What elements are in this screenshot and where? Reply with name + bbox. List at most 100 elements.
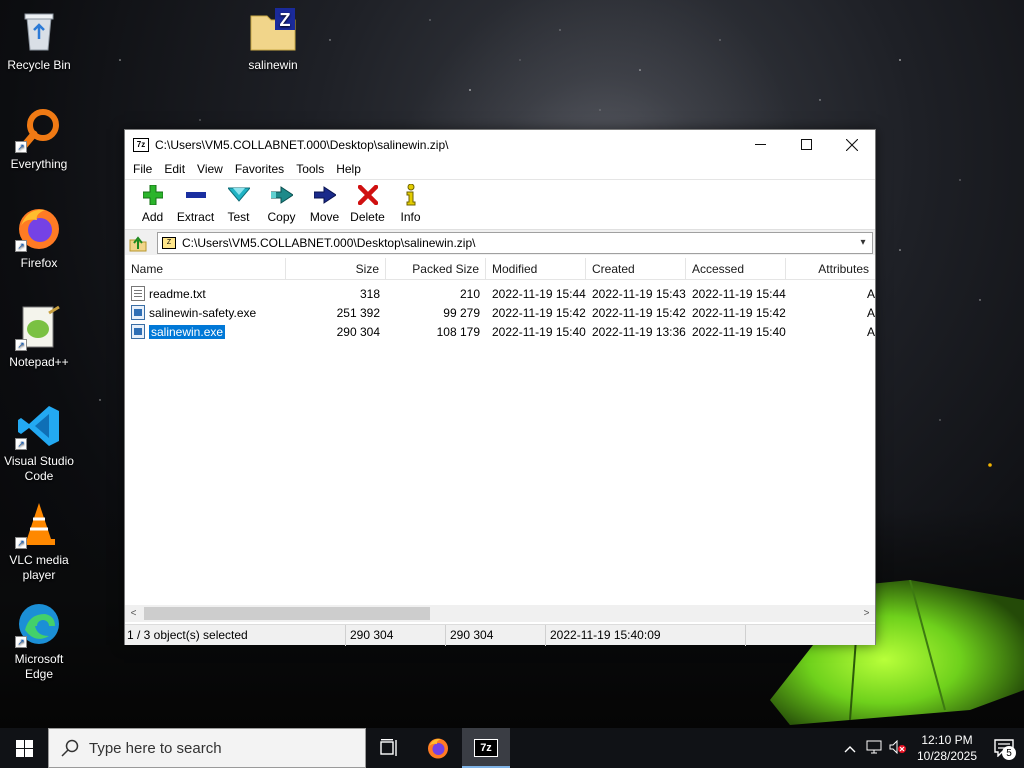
column-header-name[interactable]: Name — [125, 258, 286, 280]
delete-button[interactable]: Delete — [346, 180, 389, 230]
copy-button[interactable]: Copy — [260, 180, 303, 230]
file-accessed: 2022-11-19 15:42 — [692, 305, 786, 320]
notification-count-badge: 5 — [1002, 746, 1016, 760]
search-placeholder: Type here to search — [89, 739, 222, 757]
taskbar-clock[interactable]: 12:10 PM 10/28/2025 — [910, 732, 984, 764]
everything-icon: ↗ — [15, 105, 63, 153]
delete-label: Delete — [350, 210, 385, 224]
firefox-icon — [428, 738, 448, 759]
scroll-track[interactable] — [142, 605, 858, 622]
chevron-up-icon[interactable] — [838, 741, 862, 756]
volume-muted-icon[interactable] — [886, 739, 910, 757]
file-row[interactable]: readme.txt 318 210 2022-11-19 15:44 2022… — [125, 284, 875, 303]
menu-tools[interactable]: Tools — [290, 162, 330, 176]
column-header-packed-size[interactable]: Packed Size — [386, 258, 486, 280]
menu-help[interactable]: Help — [330, 162, 367, 176]
menu-edit[interactable]: Edit — [158, 162, 191, 176]
desktop-icon-edge[interactable]: ↗ Microsoft Edge — [1, 600, 77, 682]
file-accessed: 2022-11-19 15:40 — [692, 324, 786, 339]
file-name: salinewin-safety.exe — [149, 305, 257, 320]
file-created: 2022-11-19 13:36 — [592, 324, 686, 339]
windows-logo-icon — [15, 739, 33, 757]
desktop-icon-salinewin[interactable]: Z salinewin — [235, 6, 311, 73]
sevenzip-app-icon: 7z — [474, 739, 498, 757]
column-header-size[interactable]: Size — [286, 258, 386, 280]
firefox-icon: ↗ — [15, 204, 63, 252]
move-button[interactable]: Move — [303, 180, 346, 230]
column-header-modified[interactable]: Modified — [486, 258, 586, 280]
column-header-created[interactable]: Created — [586, 258, 686, 280]
maximize-icon — [800, 139, 812, 150]
move-icon — [313, 184, 336, 206]
info-icon — [400, 184, 422, 206]
menu-file[interactable]: File — [127, 162, 158, 176]
desktop-icon-label: Everything — [10, 157, 68, 171]
column-header-accessed[interactable]: Accessed — [686, 258, 786, 280]
scroll-right-icon[interactable]: > — [858, 608, 875, 619]
status-size: 290 304 — [346, 624, 446, 646]
desktop-icon-vscode[interactable]: ↗ Visual Studio Code — [1, 402, 77, 484]
column-headers: Name Size Packed Size Modified Created A… — [125, 258, 875, 280]
desktop-icon-label: VLC media player — [9, 553, 69, 582]
action-center-button[interactable]: 5 — [984, 728, 1024, 768]
taskbar: Type here to search 7z 12:10 PM 10/28/20… — [0, 728, 1024, 768]
vscode-icon: ↗ — [15, 402, 63, 450]
desktop-icon-firefox[interactable]: ↗ Firefox — [1, 204, 77, 271]
horizontal-scrollbar[interactable]: < > — [125, 605, 875, 622]
desktop-icon-vlc[interactable]: ↗ VLC media player — [1, 501, 77, 583]
address-bar: Z C:\Users\VM5.COLLABNET.000\Desktop\sal… — [125, 229, 875, 255]
address-text: C:\Users\VM5.COLLABNET.000\Desktop\salin… — [182, 235, 476, 250]
zip-archive-icon: Z — [162, 236, 176, 249]
menu-view[interactable]: View — [191, 162, 229, 176]
file-attributes: A — [866, 324, 875, 339]
taskbar-firefox-button[interactable] — [414, 728, 462, 768]
network-icon[interactable] — [862, 740, 886, 757]
desktop-icon-notepadpp[interactable]: ↗ Notepad++ — [1, 303, 77, 370]
desktop-icon-label: Notepad++ — [9, 355, 69, 369]
desktop-icon-everything[interactable]: ↗ Everything — [1, 105, 77, 172]
chevron-down-icon[interactable]: ▾ — [854, 237, 872, 248]
taskbar-search-box[interactable]: Type here to search — [48, 728, 366, 768]
taskbar-7zip-button[interactable]: 7z — [462, 728, 510, 768]
file-row-selected[interactable]: salinewin.exe 290 304 108 179 2022-11-19… — [125, 322, 875, 341]
file-modified: 2022-11-19 15:42 — [492, 305, 586, 320]
shortcut-arrow-icon: ↗ — [15, 636, 27, 648]
sevenzip-window: 7z C:\Users\VM5.COLLABNET.000\Desktop\sa… — [124, 129, 876, 646]
text-file-icon — [131, 286, 145, 301]
shortcut-arrow-icon: ↗ — [15, 438, 27, 450]
window-titlebar[interactable]: 7z C:\Users\VM5.COLLABNET.000\Desktop\sa… — [125, 130, 875, 159]
desktop-icon-recycle-bin[interactable]: Recycle Bin — [1, 6, 77, 73]
up-folder-button[interactable] — [127, 232, 149, 254]
status-selection: 1 / 3 object(s) selected — [125, 624, 346, 646]
task-view-button[interactable] — [366, 728, 414, 768]
info-label: Info — [400, 210, 421, 224]
menu-favorites[interactable]: Favorites — [229, 162, 290, 176]
add-button[interactable]: Add — [131, 180, 174, 230]
test-icon — [227, 184, 250, 206]
file-name: readme.txt — [149, 286, 206, 301]
status-modified: 2022-11-19 15:40:09 — [546, 624, 746, 646]
extract-button[interactable]: Extract — [174, 180, 217, 230]
close-button[interactable] — [829, 130, 875, 159]
add-label: Add — [141, 210, 164, 224]
scroll-thumb[interactable] — [144, 607, 430, 620]
start-button[interactable] — [0, 728, 48, 768]
address-input[interactable]: Z C:\Users\VM5.COLLABNET.000\Desktop\sal… — [157, 231, 873, 254]
maximize-button[interactable] — [783, 130, 829, 159]
status-bar: 1 / 3 object(s) selected 290 304 290 304… — [125, 624, 875, 646]
task-view-icon — [380, 739, 397, 756]
window-title: C:\Users\VM5.COLLABNET.000\Desktop\salin… — [155, 137, 449, 152]
up-folder-icon — [129, 235, 147, 251]
system-tray: 12:10 PM 10/28/2025 5 — [838, 728, 1024, 768]
file-row[interactable]: salinewin-safety.exe 251 392 99 279 2022… — [125, 303, 875, 322]
info-button[interactable]: Info — [389, 180, 432, 230]
executable-file-icon — [131, 305, 145, 320]
file-packed-size: 108 179 — [436, 324, 480, 339]
shortcut-arrow-icon: ↗ — [15, 537, 27, 549]
scroll-left-icon[interactable]: < — [125, 608, 142, 619]
minimize-button[interactable] — [737, 130, 783, 159]
minimize-icon — [754, 144, 766, 145]
file-modified: 2022-11-19 15:44 — [492, 286, 586, 301]
column-header-attributes[interactable]: Attributes — [786, 258, 875, 280]
test-button[interactable]: Test — [217, 180, 260, 230]
